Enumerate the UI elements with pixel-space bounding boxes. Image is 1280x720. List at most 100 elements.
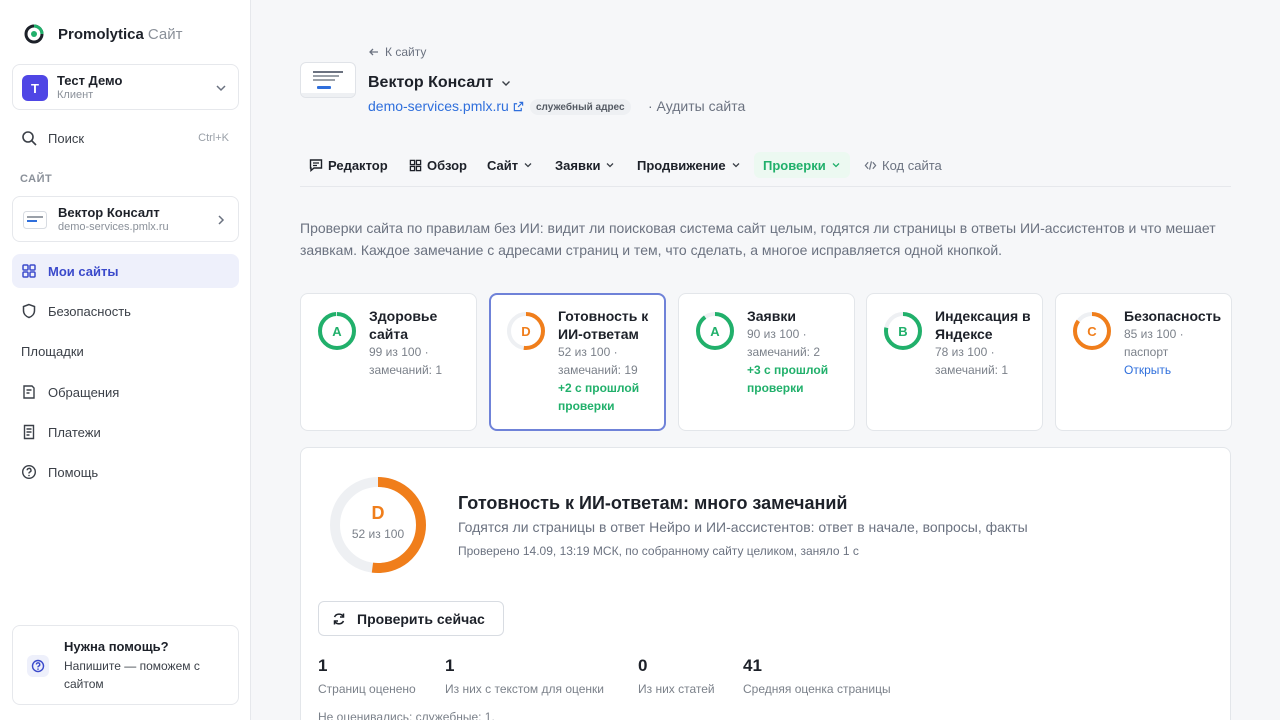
sidebar: Promolytica Сайт Т Тест Демо Клиент Поис… xyxy=(0,0,251,720)
check-now-button[interactable]: Проверить сейчас xyxy=(318,601,504,636)
sidebar-item-label: Безопасность xyxy=(48,303,131,319)
metric-card[interactable]: B Индексация в Яндексе 78 из 100 · замечан… xyxy=(866,293,1043,431)
brand-suffix: Сайт xyxy=(147,25,183,43)
account-role: Клиент xyxy=(57,89,94,101)
tab-label: Сайт xyxy=(487,157,519,173)
chevron-right-icon xyxy=(218,215,225,225)
help-card[interactable]: Нужна помощь? Напишите — поможем с сайто… xyxy=(12,625,239,705)
metric-meta: 78 из 100 · замечаний: 1 xyxy=(935,345,1009,377)
main-content: К сайту Вектор Консалт demo-services.pml… xyxy=(251,0,1280,720)
search-shortcut: Ctrl+K xyxy=(198,132,229,144)
back-link[interactable]: К сайту xyxy=(368,45,426,59)
metric-delta: +3 с прошлой проверки xyxy=(747,363,829,395)
tab-label: Проверки xyxy=(763,157,826,173)
receipt-icon xyxy=(23,424,35,440)
metric-title: Заявки xyxy=(747,308,796,324)
chevron-down-icon xyxy=(502,81,511,86)
site-title-text: Вектор Консалт xyxy=(368,74,494,91)
tab-site[interactable]: Сайт xyxy=(478,152,542,178)
help-title: Нужна помощь? xyxy=(64,639,169,654)
detail-panel: D 52 из 100 Готовность к ИИ-ответам: мно… xyxy=(300,447,1231,720)
grid-icon xyxy=(409,159,422,171)
site-thumbnail-icon xyxy=(23,211,47,229)
tab-label: Редактор xyxy=(328,157,388,173)
metric-meta: 85 из 100 · паспорт xyxy=(1124,327,1184,359)
sidebar-item-platforms[interactable]: Площадки xyxy=(21,344,84,359)
score-grade: D xyxy=(371,503,385,523)
back-link-label: К сайту xyxy=(385,45,427,59)
sidebar-item-my-sites[interactable]: Мои сайты xyxy=(12,254,239,288)
avatar: Т xyxy=(22,75,48,101)
detail-footnote: Не оценивались: служебные: 1. xyxy=(318,710,495,720)
site-preview-thumbnail xyxy=(300,62,356,98)
grid-icon xyxy=(22,264,36,278)
account-name: Тест Демо xyxy=(57,73,123,88)
tab-overview[interactable]: Обзор xyxy=(400,152,476,178)
detail-title: Готовность к ИИ-ответам: много замечаний xyxy=(458,493,848,513)
tab-checks[interactable]: Проверки xyxy=(754,152,850,178)
sidebar-item-label: Помощь xyxy=(48,464,99,480)
metric-open-link[interactable]: Открыть xyxy=(1124,363,1171,377)
search-icon xyxy=(22,131,37,146)
breadcrumb: · Аудиты сайта xyxy=(648,98,746,114)
metric-meta: 90 из 100 · замечаний: 2 xyxy=(747,327,821,359)
site-url-link[interactable]: demo-services.pmlx.ru xyxy=(368,98,524,114)
site-url: demo-services.pmlx.ru xyxy=(58,221,169,233)
site-title[interactable]: Вектор Консалт xyxy=(368,74,512,92)
metric-grade: A xyxy=(332,323,342,339)
shield-icon xyxy=(22,303,36,319)
stat-value: 1 xyxy=(445,656,455,675)
metric-card[interactable]: C Безопасность 85 из 100 · паспорт Открыть xyxy=(1055,293,1232,431)
tab-site-code[interactable]: Код сайта xyxy=(855,152,951,178)
score-ring xyxy=(330,477,426,573)
account-switcher[interactable]: Т Тест Демо Клиент xyxy=(12,64,239,110)
message-square-icon xyxy=(309,159,323,172)
metric-grade: B xyxy=(898,323,908,339)
chevron-down-icon xyxy=(832,163,840,168)
chevron-down-icon xyxy=(732,163,740,168)
sidebar-item-requests[interactable]: Обращения xyxy=(12,375,239,409)
stat-value: 0 xyxy=(638,656,648,675)
chevron-down-icon xyxy=(216,85,226,92)
tab-requests[interactable]: Заявки xyxy=(546,152,624,178)
chevron-down-icon xyxy=(606,163,614,168)
metric-title: Здоровье сайта xyxy=(369,308,438,342)
service-address-badge: служебный адрес xyxy=(530,99,631,115)
detail-meta: Проверено 14.09, 13:19 МСК, по собранном… xyxy=(458,544,859,558)
detail-subtitle: Годятся ли страницы в ответ Нейро и ИИ-а… xyxy=(458,519,1028,535)
tab-promotion[interactable]: Продвижение xyxy=(628,152,750,178)
metric-meta: 52 из 100 · замечаний: 19 xyxy=(558,345,638,377)
current-site-card[interactable]: Вектор Консалт demo-services.pmlx.ru xyxy=(12,196,239,242)
chevron-down-icon xyxy=(524,163,532,168)
metric-title: Индексация в Яндексе xyxy=(935,308,1031,342)
tab-editor[interactable]: Редактор xyxy=(300,152,397,178)
sidebar-item-label: Платежи xyxy=(48,424,101,440)
help-icon xyxy=(27,655,49,677)
metric-card[interactable]: A Заявки 90 из 100 · замечаний: 2 +3 с прош… xyxy=(678,293,855,431)
site-tabs: Редактор Обзор Сайт Заявки Продвижение П… xyxy=(300,151,1231,187)
sidebar-item-security[interactable]: Безопасность xyxy=(12,294,239,328)
tab-label: Заявки xyxy=(555,157,601,173)
search-button[interactable]: Поиск Ctrl+K xyxy=(12,121,239,155)
site-url-text: demo-services.pmlx.ru xyxy=(368,98,509,114)
sidebar-item-help[interactable]: Помощь xyxy=(12,455,239,489)
sidebar-item-label: Обращения xyxy=(48,384,120,400)
site-name: Вектор Консалт xyxy=(58,205,160,220)
stat-value: 1 xyxy=(318,656,328,675)
score-value: 52 из 100 xyxy=(351,527,405,541)
refresh-icon xyxy=(333,612,345,625)
brand-name: Promolytica xyxy=(58,25,144,43)
tab-label: Код сайта xyxy=(882,157,942,173)
help-circle-icon xyxy=(21,464,37,480)
metric-title: Готовность к ИИ-ответам xyxy=(558,308,649,342)
metric-grade: A xyxy=(710,323,720,339)
metric-card[interactable]: D Готовность к ИИ-ответам 52 из 100 · заме… xyxy=(489,293,666,431)
stat-label: Из них с текстом для оценки xyxy=(445,682,604,696)
section-label: САЙТ xyxy=(20,173,53,185)
metric-title: Безопасность xyxy=(1124,308,1222,324)
metric-card[interactable]: A Здоровье сайта 99 из 100 · замечаний: 1 xyxy=(300,293,477,431)
intro-text: Проверки сайта по правилам без ИИ: видит… xyxy=(300,220,1216,258)
brand[interactable]: Promolytica Сайт xyxy=(24,24,182,44)
sidebar-item-payments[interactable]: Платежи xyxy=(12,415,239,449)
stat-label: Страниц оценено xyxy=(318,682,416,696)
